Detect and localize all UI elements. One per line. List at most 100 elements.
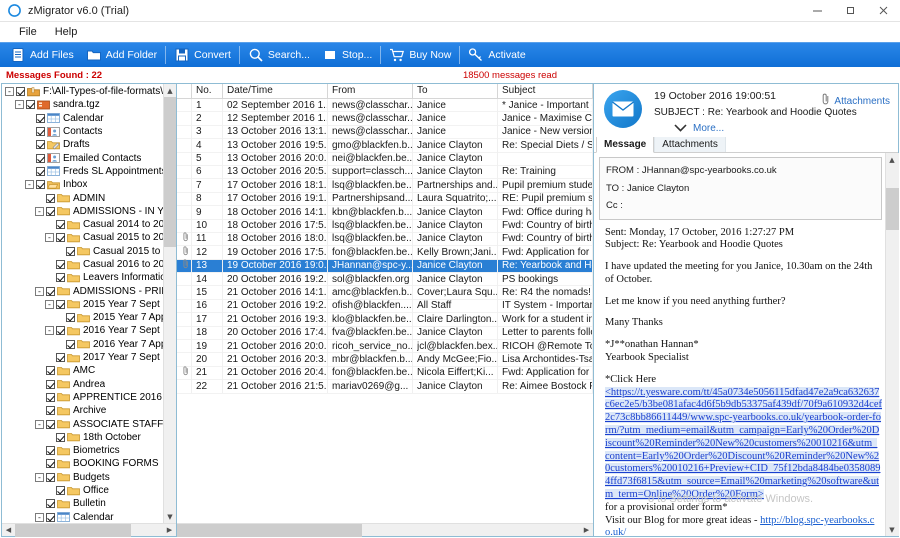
tree-node[interactable]: 18th October [2,431,163,444]
tree-checkbox[interactable] [56,233,65,243]
tree-expander-icon[interactable]: - [45,326,54,336]
tree-node[interactable]: - sandra.tgz [2,98,163,111]
tree-node[interactable]: Casual 2015 to 2016 In [2,245,163,258]
tree-checkbox[interactable] [36,153,45,163]
table-row[interactable]: 22 21 October 2016 21:5... mariav0269@g...… [177,379,593,394]
tree-node[interactable]: Calendar [2,112,163,125]
table-row[interactable]: 18 20 October 2016 17:4... fva@blackfen.be… [177,326,593,341]
tree-checkbox[interactable] [36,140,45,150]
tree-node[interactable]: Emailed Contacts [2,151,163,164]
column-header-datetime[interactable]: Date/Time [223,84,328,98]
tree-node[interactable]: Drafts [2,138,163,151]
tree-vertical-scrollbar[interactable]: ▲ ▼ [163,84,176,523]
tree-checkbox[interactable] [46,193,55,203]
tree-scroll-thumb[interactable] [163,97,176,247]
tree-node[interactable]: Andrea [2,378,163,391]
tree-node[interactable]: - Budgets [2,471,163,484]
attachment-column-header[interactable] [177,84,192,98]
scroll-up-icon[interactable]: ▲ [885,153,899,166]
preview-more-toggle[interactable]: More... [674,122,892,135]
table-row[interactable]: 1 02 September 2016 1... news@classchar...… [177,99,593,113]
maximize-button[interactable] [834,0,867,22]
tree-checkbox[interactable] [56,220,65,230]
tree-checkbox[interactable] [46,206,55,216]
tree-node[interactable]: Casual 2014 to 2015 [2,218,163,231]
table-row[interactable]: 16 21 October 2016 19:2... ofish@blackfen.… [177,299,593,314]
tree-node[interactable]: AMC [2,364,163,377]
tree-node[interactable]: Casual 2016 to 2017 [2,258,163,271]
add-files-button[interactable]: Add Files [4,44,80,67]
preview-attachments-link[interactable]: Attachments [822,92,890,110]
tree-horizontal-scrollbar[interactable]: ◀ ▶ [2,523,176,537]
tree-node[interactable]: - 2016 Year 7 Sept 2016 [2,324,163,337]
table-row[interactable]: 21 21 October 2016 20:4... fon@blackfen.be… [177,366,593,381]
table-row[interactable]: 5 13 October 2016 20:0... nei@blackfen.be.… [177,152,593,166]
tree-checkbox[interactable] [16,87,25,97]
tree-checkbox[interactable] [46,459,55,469]
tree-checkbox[interactable] [56,486,65,496]
tree-node[interactable]: - ASSOCIATE STAFF LEAD [2,417,163,430]
tree-expander-icon[interactable]: - [25,180,34,190]
tree-node[interactable]: 2016 Year 7 Appeals S [2,338,163,351]
scroll-down-icon[interactable]: ▼ [163,510,176,523]
tree-expander-icon[interactable]: - [35,419,44,429]
scroll-down-icon[interactable]: ▼ [885,523,899,536]
scroll-right-icon[interactable]: ▶ [163,524,176,537]
scroll-left-icon[interactable]: ◀ [2,524,15,537]
tree-checkbox[interactable] [66,246,75,256]
table-row[interactable]: 8 17 October 2016 19:1... Partnershipsand.… [177,192,593,207]
tree-node[interactable]: 2015 Year 7 Appeals S [2,311,163,324]
minimize-button[interactable] [801,0,834,22]
table-row[interactable]: 17 21 October 2016 19:3... klo@blackfen.be… [177,312,593,327]
tree-node[interactable]: - Inbox [2,178,163,191]
tree-node[interactable]: - ADMISSIONS - PRIMARY Т [2,284,163,297]
tree-node[interactable]: - ADMISSIONS - IN YEAR AI [2,205,163,218]
list-horizontal-scrollbar[interactable]: ▶ [177,523,593,537]
tree-checkbox[interactable] [26,100,35,110]
tree-checkbox[interactable] [36,180,45,190]
table-row[interactable]: 2 12 September 2016 1... news@classchar...… [177,111,593,126]
tree-checkbox[interactable] [36,113,45,123]
tree-checkbox[interactable] [36,127,45,137]
tree-checkbox[interactable] [46,472,55,482]
tree-node[interactable]: APPRENTICE 2016 TO 201 [2,391,163,404]
table-row[interactable]: 15 21 October 2016 14:1... amc@blackfen.b.… [177,285,593,300]
message-rows[interactable]: 1 02 September 2016 1... news@classchar...… [177,99,593,523]
tree-node[interactable]: ADMIN [2,191,163,204]
tree-checkbox[interactable] [56,299,65,309]
tree-checkbox[interactable] [46,286,55,296]
tab-attachments[interactable]: Attachments [654,136,726,152]
tree-checkbox[interactable] [56,326,65,336]
tab-message[interactable]: Message [596,136,655,153]
menu-item-help[interactable]: Help [46,24,87,40]
table-row[interactable]: 9 18 October 2016 14:1... kbn@blackfen.b..… [177,205,593,220]
tree-checkbox[interactable] [46,366,55,376]
tree-hscroll-thumb[interactable] [15,523,131,537]
list-hscroll-track[interactable] [177,523,580,537]
preview-scroll-thumb[interactable] [885,188,899,230]
tree-expander-icon[interactable]: - [35,286,44,296]
tree-expander-icon[interactable]: - [15,100,24,110]
tree-expander-icon[interactable]: - [45,299,54,309]
table-row[interactable]: 7 17 October 2016 18:1... lsq@blackfen.be.… [177,178,593,193]
table-row[interactable]: 4 13 October 2016 19:5... gmo@blackfen.b..… [177,138,593,153]
tree-node[interactable]: Contacts [2,125,163,138]
search-button[interactable]: Search... [242,44,316,67]
tree-checkbox[interactable] [36,166,45,176]
tree-node[interactable]: Leavers Information [2,271,163,284]
tree-node[interactable]: BOOKING FORMS [2,457,163,470]
tree-node[interactable]: - Calendar [2,511,163,524]
activate-button[interactable]: Activate [462,44,531,67]
tree-node[interactable]: - F:\All-Types-of-file-formats\Files\Zi [2,85,163,98]
buy-now-button[interactable]: Buy Now [383,44,457,67]
table-row[interactable]: 3 13 October 2016 13:1... news@classchar..… [177,125,593,140]
tree-node[interactable]: 2017 Year 7 Sept 2017 [2,351,163,364]
tree-node[interactable]: - 2015 Year 7 Sept 2015 [2,298,163,311]
tree-expander-icon[interactable]: - [5,87,14,97]
table-row[interactable]: 12 19 October 2016 17:5... fon@blackfen.be… [177,245,593,260]
tree-checkbox[interactable] [56,260,65,269]
tree-checkbox[interactable] [56,273,65,283]
tree-expander-icon[interactable]: - [35,512,44,522]
tree-node[interactable]: Office [2,484,163,497]
table-row[interactable]: 6 13 October 2016 20:5... support=classch.… [177,165,593,180]
